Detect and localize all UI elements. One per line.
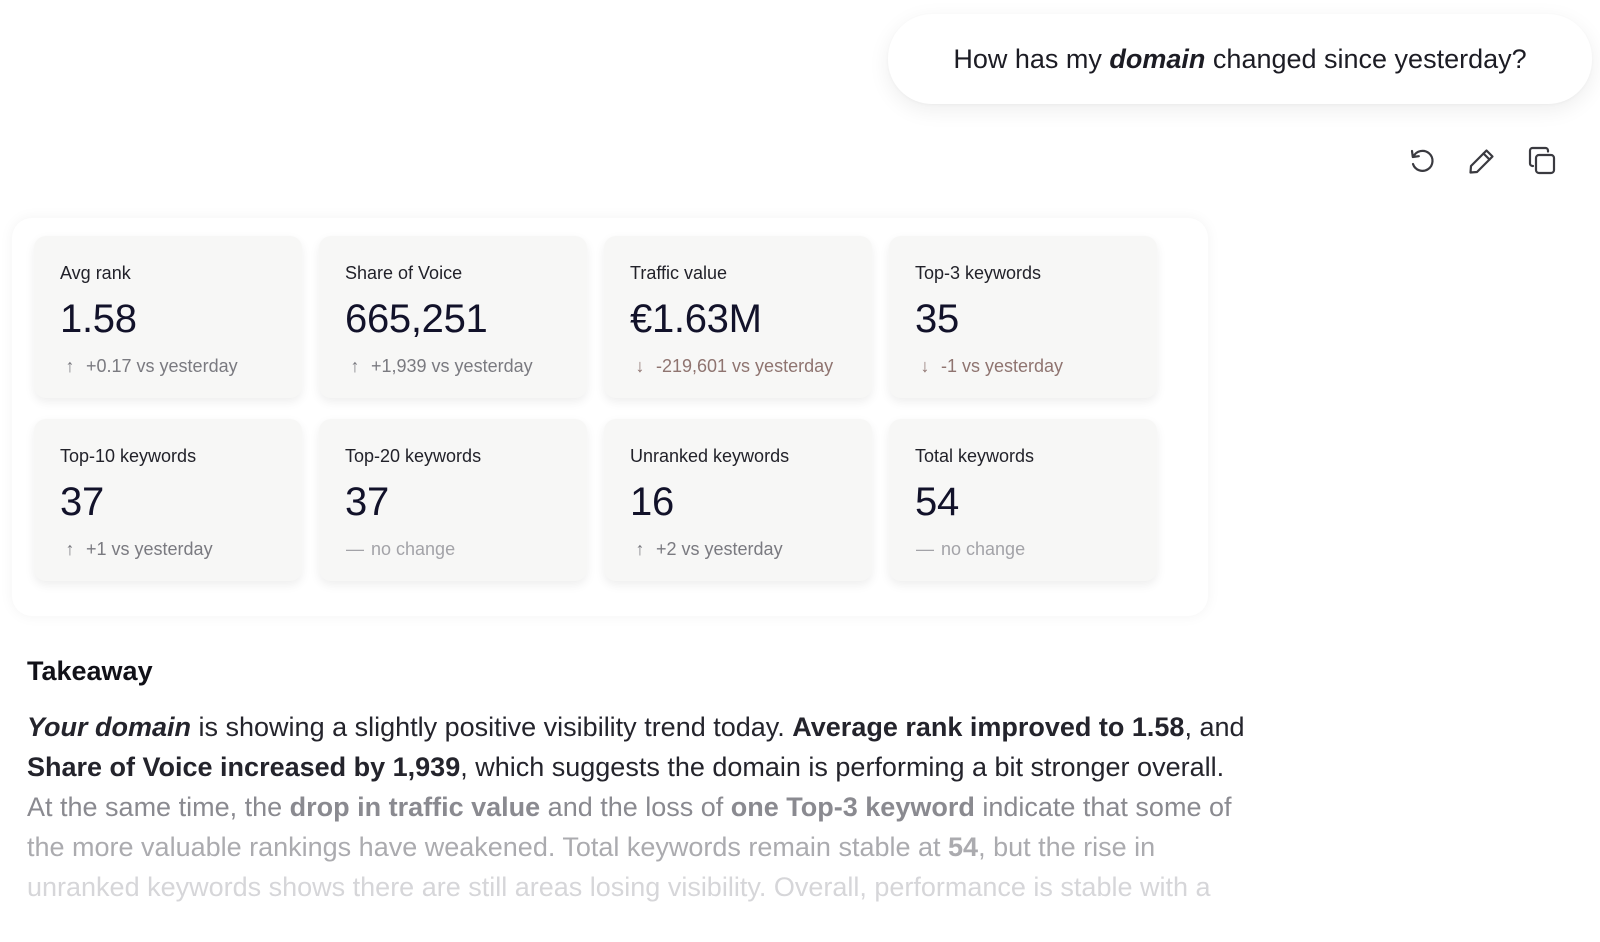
dash-icon: — [916, 539, 934, 559]
takeaway-line: Share of Voice increased by 1,939, which… [27, 747, 1317, 787]
user-message-after: changed since yesterday? [1205, 43, 1527, 74]
metric-value: 37 [60, 480, 104, 524]
takeaway-text: and the loss of [540, 792, 731, 822]
metric-label: Share of Voice [345, 263, 463, 283]
metric-delta-text: no change [371, 539, 456, 559]
metric-card-traffic-value: Traffic value €1.63M ↓ -219,601 vs yeste… [604, 236, 872, 398]
takeaway-emphasis: Your domain [27, 712, 192, 742]
metric-label: Total keywords [915, 446, 1035, 466]
takeaway-bold: Average rank improved to 1.58 [792, 712, 1185, 742]
metric-delta-text: +1,939 vs yesterday [371, 356, 533, 376]
takeaway-text: , and [1184, 712, 1245, 742]
chat-page: How has my domain changed since yesterda… [0, 0, 1600, 942]
user-message-text: How has my domain changed since yesterda… [953, 44, 1526, 75]
takeaway-text: At the same time, the [27, 792, 290, 822]
pencil-icon [1469, 149, 1494, 174]
message-actions [1404, 143, 1560, 179]
metric-delta-text: +0.17 vs yesterday [86, 356, 238, 376]
dash-icon: — [346, 539, 364, 559]
metric-delta-text: +1 vs yesterday [86, 539, 213, 559]
takeaway-text: is showing a slightly positive visibilit… [191, 712, 793, 742]
metric-value: 16 [630, 480, 674, 524]
metric-value: 35 [915, 297, 959, 341]
metric-label: Traffic value [630, 263, 728, 283]
metric-delta-text: -1 vs yesterday [941, 356, 1064, 376]
takeaway-text: , but the rise in [978, 832, 1156, 862]
takeaway-text: indicate that some of [974, 792, 1232, 822]
arrow-up-icon: ↑ [65, 539, 75, 559]
metric-delta: ↑ +0.17 vs yesterday [60, 355, 302, 377]
arrow-up-icon: ↑ [350, 356, 360, 376]
takeaway-text: , which suggests the domain is performin… [460, 752, 1225, 782]
takeaway-line: At the same time, the drop in traffic va… [27, 787, 1317, 827]
takeaway-line: unranked keywords shows there are still … [27, 867, 1317, 907]
takeaway-text: unranked keywords shows there are still … [27, 872, 1211, 902]
takeaway-heading: Takeaway [27, 656, 153, 686]
takeaway-bold: 54 [948, 832, 979, 862]
metric-value: 665,251 [345, 297, 488, 341]
takeaway-bold: Share of Voice increased by 1,939 [27, 752, 461, 782]
takeaway-line: Your domain is showing a slightly positi… [27, 707, 1317, 747]
arrow-up-icon: ↑ [635, 539, 645, 559]
metric-label: Top-10 keywords [60, 446, 197, 466]
arrow-down-icon: ↓ [635, 356, 645, 376]
metric-value: 54 [915, 480, 959, 524]
metric-value: 37 [345, 480, 389, 524]
metric-delta-text: -219,601 vs yesterday [656, 356, 834, 376]
takeaway-bold: one Top-3 keyword [730, 792, 975, 822]
metric-label: Avg rank [60, 263, 131, 283]
arrow-down-icon: ↓ [920, 356, 930, 376]
metrics-panel: Avg rank 1.58 ↑ +0.17 vs yesterday Share… [12, 218, 1208, 616]
metric-card-share-of-voice: Share of Voice 665,251 ↑ +1,939 vs yeste… [319, 236, 587, 398]
metric-delta: — no change [915, 538, 1157, 560]
metric-label: Unranked keywords [630, 446, 790, 466]
takeaway-paragraph: Your domain is showing a slightly positi… [27, 707, 1317, 907]
user-message-before: How has my [953, 43, 1110, 74]
metric-delta-text: +2 vs yesterday [656, 539, 783, 559]
arrow-up-icon: ↑ [65, 356, 75, 376]
metric-card-avg-rank: Avg rank 1.58 ↑ +0.17 vs yesterday [34, 236, 302, 398]
metric-delta: ↑ +2 vs yesterday [630, 538, 872, 560]
takeaway-line: the more valuable rankings have weakened… [27, 827, 1317, 867]
metric-label: Top-3 keywords [915, 263, 1042, 283]
metric-card-total-keywords: Total keywords 54 — no change [889, 419, 1157, 581]
metric-delta-text: no change [941, 539, 1026, 559]
copy-icon [1528, 146, 1556, 175]
copy-button[interactable] [1524, 143, 1560, 179]
metric-card-unranked-keywords: Unranked keywords 16 ↑ +2 vs yesterday [604, 419, 872, 581]
edit-button[interactable] [1464, 143, 1500, 179]
metric-delta: — no change [345, 538, 587, 560]
metric-delta: ↓ -219,601 vs yesterday [630, 355, 872, 377]
refresh-icon [1410, 149, 1434, 172]
metric-value: 1.58 [60, 297, 137, 341]
metric-card-top20-keywords: Top-20 keywords 37 — no change [319, 419, 587, 581]
takeaway-bold: drop in traffic value [289, 792, 541, 822]
metric-delta: ↑ +1 vs yesterday [60, 538, 302, 560]
metric-delta: ↓ -1 vs yesterday [915, 355, 1157, 377]
metric-value: €1.63M [630, 297, 762, 341]
user-message-emphasis: domain [1109, 43, 1206, 74]
user-message-bubble: How has my domain changed since yesterda… [888, 14, 1592, 104]
metric-label: Top-20 keywords [345, 446, 482, 466]
regenerate-button[interactable] [1404, 143, 1440, 179]
takeaway-text: the more valuable rankings have weakened… [27, 832, 949, 862]
metric-delta: ↑ +1,939 vs yesterday [345, 355, 587, 377]
metric-card-top10-keywords: Top-10 keywords 37 ↑ +1 vs yesterday [34, 419, 302, 581]
metric-card-top3-keywords: Top-3 keywords 35 ↓ -1 vs yesterday [889, 236, 1157, 398]
